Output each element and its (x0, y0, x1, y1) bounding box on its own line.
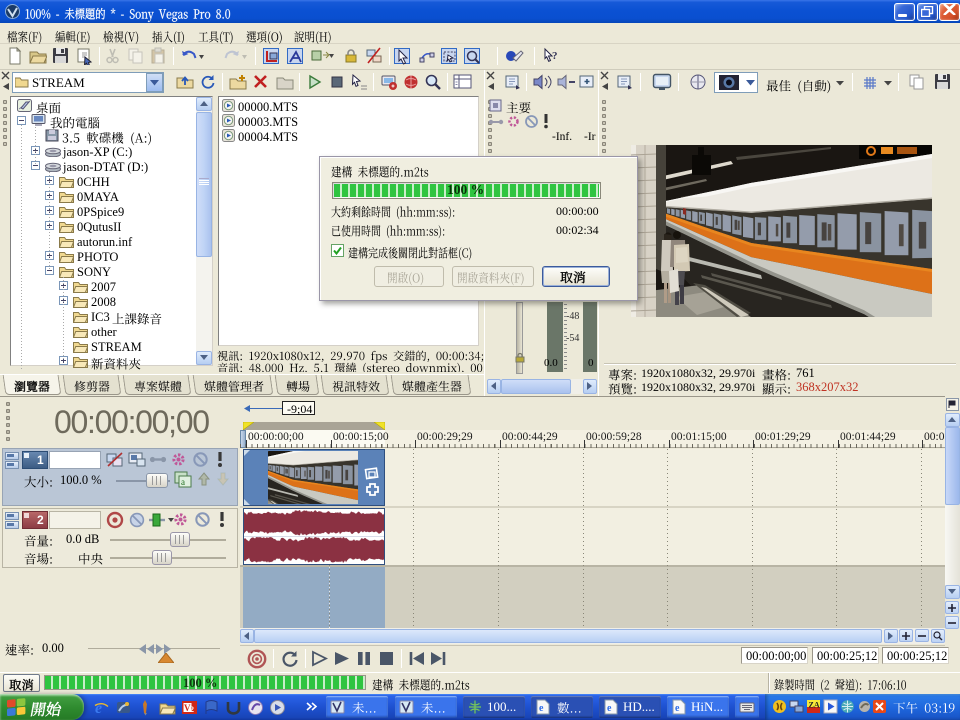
svg-text:e: e (95, 700, 102, 716)
svg-text:?: ? (552, 50, 558, 62)
svg-text:a: a (181, 477, 185, 487)
svg-text:ZA: ZA (809, 701, 820, 710)
svg-text:e: e (607, 703, 612, 714)
svg-text:e: e (539, 703, 544, 714)
svg-text:2: 2 (190, 705, 194, 714)
svg-text:e: e (675, 703, 680, 714)
